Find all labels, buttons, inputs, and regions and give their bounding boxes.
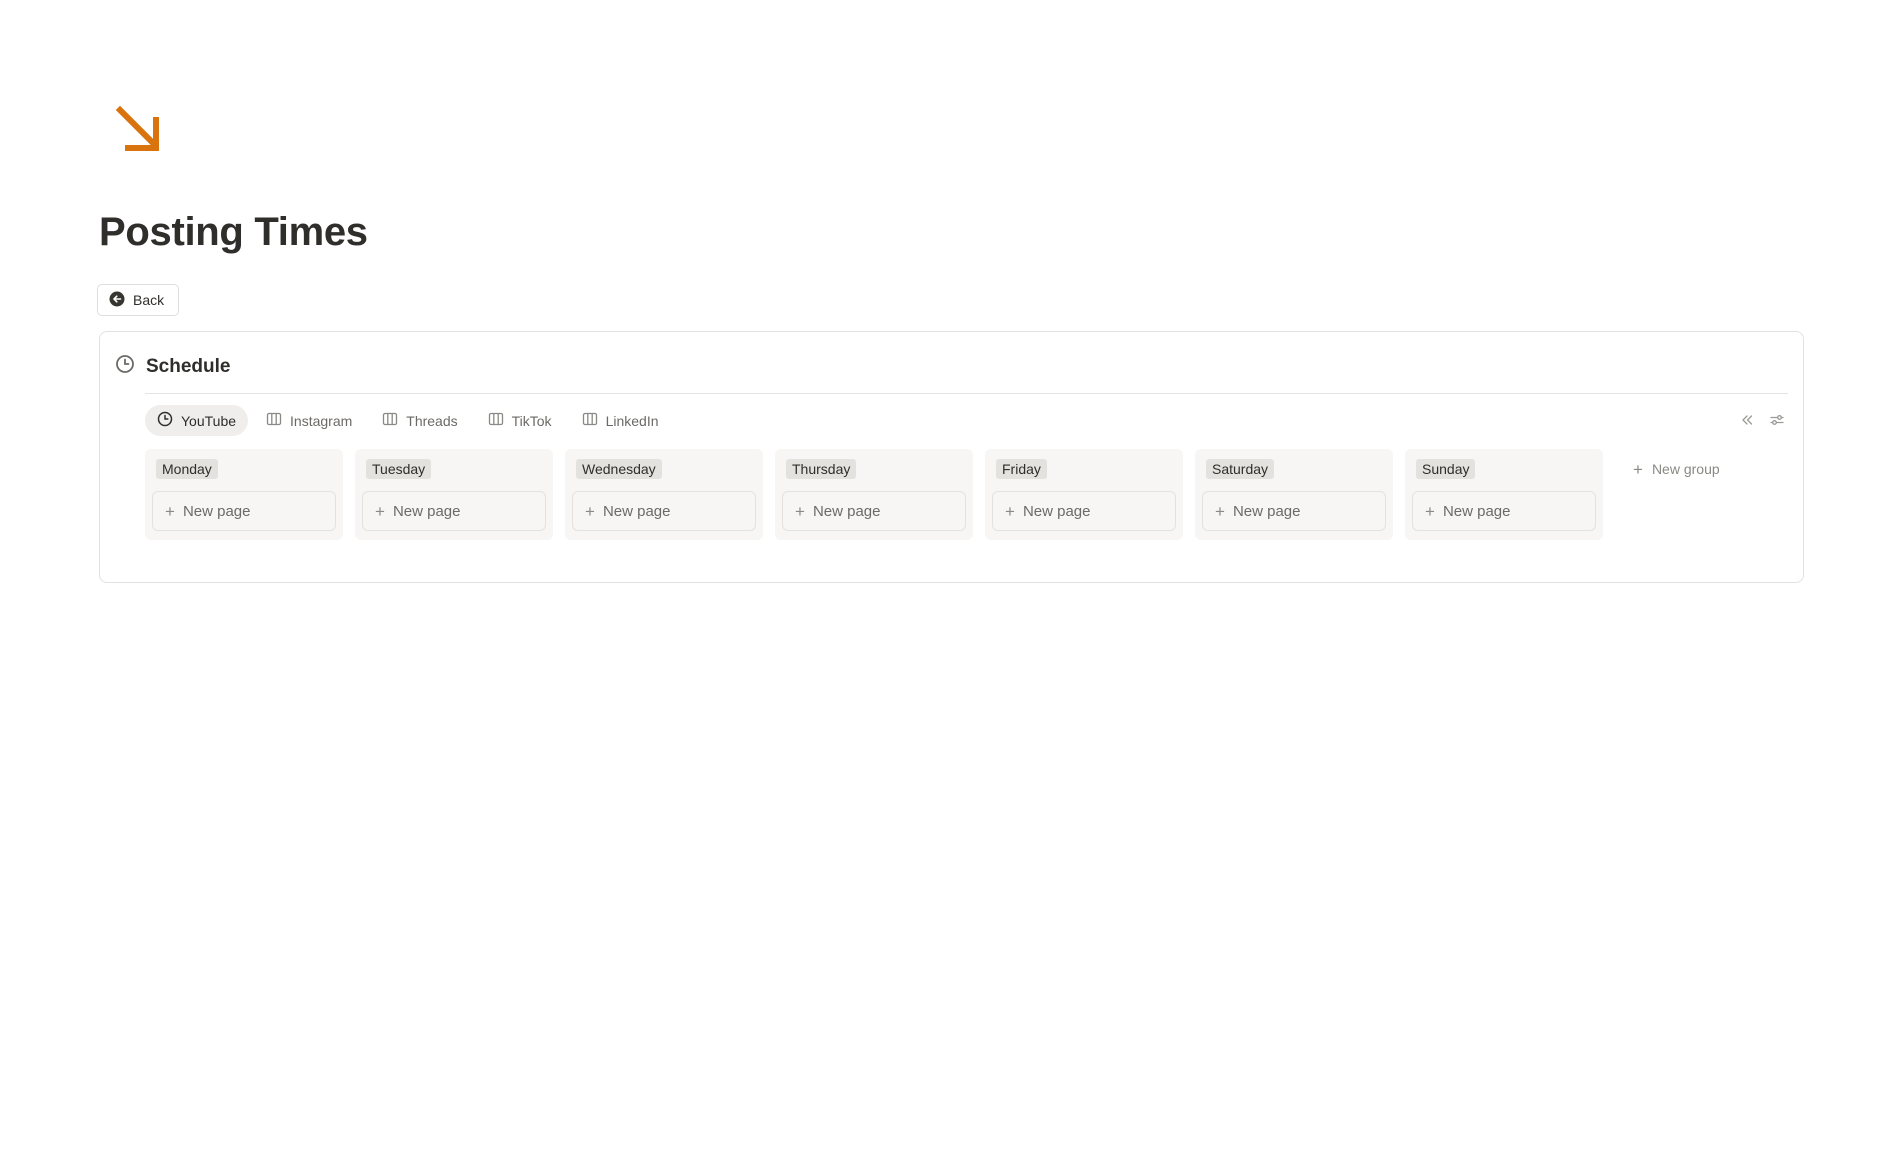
tab-tiktok[interactable]: TikTok <box>476 405 564 436</box>
double-chevron-left-icon[interactable] <box>1738 411 1756 429</box>
board-icon <box>382 411 398 430</box>
view-toolbar <box>1738 411 1786 429</box>
divider <box>145 393 1788 394</box>
board-column-thursday: Thursday + New page <box>775 449 973 540</box>
plus-icon: + <box>585 501 595 521</box>
board: Monday + New page Tuesday + New page Wed… <box>145 449 1738 540</box>
column-label[interactable]: Friday <box>996 459 1047 479</box>
clock-icon <box>157 411 173 430</box>
column-label[interactable]: Sunday <box>1416 459 1476 479</box>
new-page-button[interactable]: + New page <box>572 491 756 531</box>
clock-icon <box>115 354 135 379</box>
tab-linkedin[interactable]: LinkedIn <box>570 405 671 436</box>
plus-icon: + <box>1633 459 1643 479</box>
board-column-friday: Friday + New page <box>985 449 1183 540</box>
new-group-label: New group <box>1651 461 1720 477</box>
new-page-button[interactable]: + New page <box>1202 491 1386 531</box>
column-label[interactable]: Tuesday <box>366 459 432 479</box>
arrow-down-right-icon[interactable] <box>112 104 164 156</box>
plus-icon: + <box>1215 501 1225 521</box>
database-view: Schedule YouTube Instagram Threads TikTo… <box>99 331 1804 583</box>
new-page-label: New page <box>602 502 671 520</box>
plus-icon: + <box>795 501 805 521</box>
arrow-left-circle-icon <box>109 291 125 310</box>
new-page-label: New page <box>182 502 251 520</box>
board-column-tuesday: Tuesday + New page <box>355 449 553 540</box>
database-title[interactable]: Schedule <box>146 356 230 378</box>
board-column-wednesday: Wednesday + New page <box>565 449 763 540</box>
new-page-button[interactable]: + New page <box>362 491 546 531</box>
column-label[interactable]: Monday <box>156 459 218 479</box>
new-group-button[interactable]: + New group <box>1615 449 1738 489</box>
tab-youtube[interactable]: YouTube <box>145 405 249 436</box>
new-page-button[interactable]: + New page <box>992 491 1176 531</box>
plus-icon: + <box>1425 501 1435 521</box>
tab-label: Threads <box>406 412 458 429</box>
column-label[interactable]: Saturday <box>1206 459 1275 479</box>
new-page-button[interactable]: + New page <box>152 491 336 531</box>
back-button-label: Back <box>133 292 165 308</box>
board-icon <box>582 411 598 430</box>
board-icon <box>488 411 504 430</box>
board-column-sunday: Sunday + New page <box>1405 449 1603 540</box>
tab-label: LinkedIn <box>605 412 659 429</box>
plus-icon: + <box>375 501 385 521</box>
tab-label: YouTube <box>181 412 237 429</box>
new-page-label: New page <box>1022 502 1091 520</box>
tab-instagram[interactable]: Instagram <box>254 405 364 436</box>
back-button[interactable]: Back <box>97 284 179 316</box>
new-page-button[interactable]: + New page <box>1412 491 1596 531</box>
plus-icon: + <box>165 501 175 521</box>
sliders-icon[interactable] <box>1768 411 1786 429</box>
database-header: Schedule <box>115 354 230 379</box>
column-label[interactable]: Wednesday <box>576 459 662 479</box>
tab-label: Instagram <box>290 412 353 429</box>
plus-icon: + <box>1005 501 1015 521</box>
board-column-monday: Monday + New page <box>145 449 343 540</box>
page-title: Posting Times <box>99 210 368 254</box>
tab-threads[interactable]: Threads <box>370 405 469 436</box>
new-page-label: New page <box>392 502 461 520</box>
view-tabs: YouTube Instagram Threads TikTok LinkedI… <box>145 405 671 436</box>
new-page-label: New page <box>1232 502 1301 520</box>
page: Posting Times Back Schedule YouTube Inst… <box>0 0 1901 1150</box>
new-page-label: New page <box>812 502 881 520</box>
tab-label: TikTok <box>511 412 552 429</box>
board-icon <box>266 411 282 430</box>
column-label[interactable]: Thursday <box>786 459 857 479</box>
board-column-saturday: Saturday + New page <box>1195 449 1393 540</box>
new-page-button[interactable]: + New page <box>782 491 966 531</box>
new-page-label: New page <box>1442 502 1511 520</box>
